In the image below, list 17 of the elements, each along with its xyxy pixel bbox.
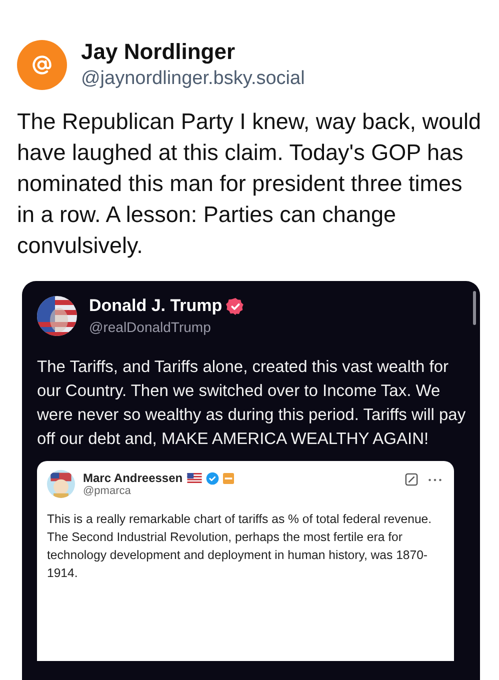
quote-text: The Tariffs, and Tariffs alone, created this vast wealth for our Country. Then we switched over to Income Tax. We were never so wealthy as during this period. Tariffs will pay off our debt and, MAKE AMERICA WEALTHY AGAIN! — [37, 357, 466, 450]
author-handle[interactable]: @jaynordlinger.bsky.social — [81, 66, 305, 92]
author-name[interactable]: Jay Nordlinger — [81, 38, 305, 66]
post-text: The Republican Party I knew, way back, would have laughed at this claim. Today's GOP has nominated this man for president three times in a row. A lesson: Parties can change convulsively. — [17, 108, 482, 260]
flag-icon — [186, 473, 202, 483]
author-name[interactable]: Donald J. Trump — [89, 295, 222, 317]
author-handle[interactable]: @realDonaldTrump — [89, 317, 246, 337]
scrollbar — [473, 291, 476, 325]
more-icon[interactable] — [428, 478, 442, 482]
avatar — [37, 296, 77, 336]
affiliate-badge-icon — [222, 472, 234, 484]
author-name[interactable]: Marc Andreessen — [83, 471, 183, 485]
at-sign-icon — [31, 54, 53, 76]
author-handle[interactable]: @pmarca — [83, 485, 234, 497]
edit-icon[interactable] — [405, 473, 418, 486]
nested-quote-text: This is a really remarkable chart of tariffs as % of total federal revenue. The Second Industrial Revolution, perhaps the most fertile era for technology development and deployment in human history, was 1870-1914. — [47, 511, 433, 582]
avatar — [47, 470, 75, 498]
